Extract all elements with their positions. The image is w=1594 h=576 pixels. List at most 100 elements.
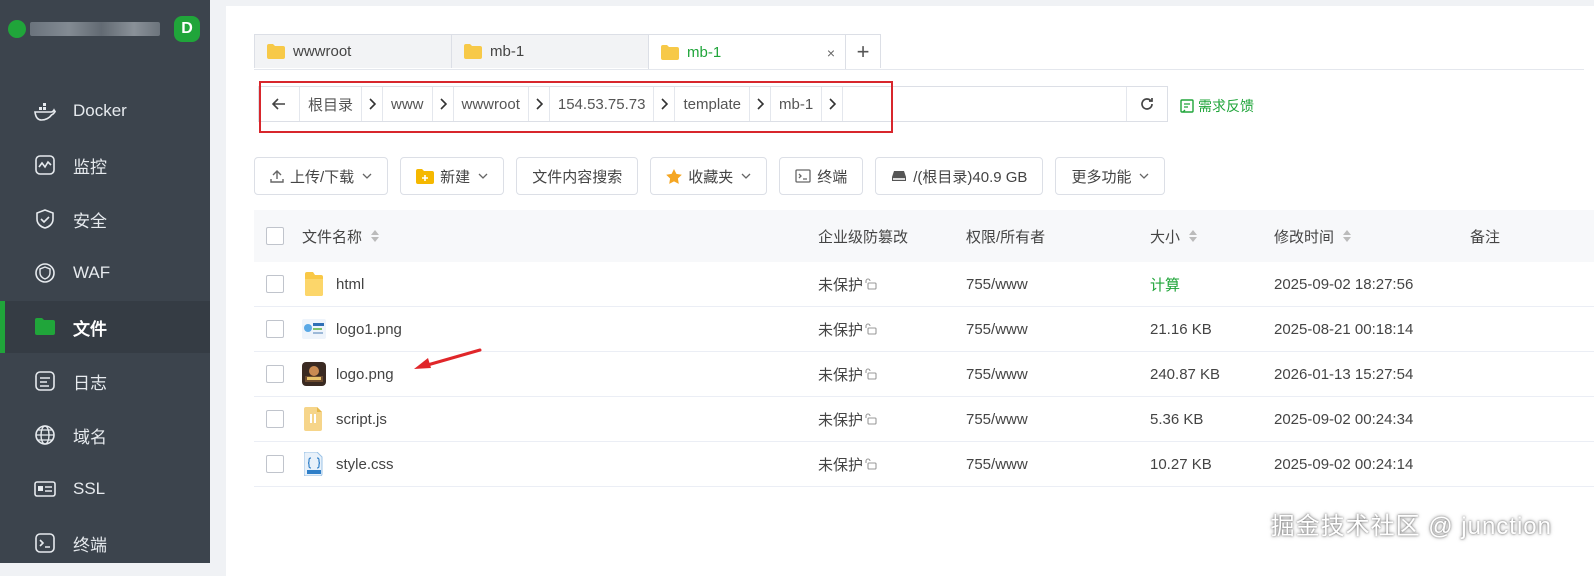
protect-cell[interactable]: 未保护 xyxy=(818,454,877,475)
new-button[interactable]: 新建 xyxy=(400,157,505,195)
sidebar: D Docker 监控 安全 WAF 文件 日志 域名 SSL 终端 xyxy=(0,0,210,563)
perm-cell[interactable]: 755/www xyxy=(966,456,1028,473)
content-search-button[interactable]: 文件内容搜索 xyxy=(516,157,639,195)
breadcrumb-item-template[interactable]: template xyxy=(675,87,772,121)
tab-divider xyxy=(254,69,1584,70)
sidebar-item-monitor[interactable]: 监控 xyxy=(0,139,210,191)
star-icon xyxy=(666,168,683,184)
breadcrumb-label: www xyxy=(391,95,424,113)
perm-cell[interactable]: 755/www xyxy=(966,321,1028,338)
breadcrumb-item-ip[interactable]: 154.53.75.73 xyxy=(550,87,676,121)
size-cell: 10.27 KB xyxy=(1150,455,1212,473)
path-input-area[interactable] xyxy=(843,87,1126,121)
chevron-right-icon[interactable] xyxy=(361,87,382,121)
row-checkbox[interactable] xyxy=(266,275,284,293)
sidebar-item-label: 安全 xyxy=(73,211,107,231)
breadcrumb-item-wwwroot[interactable]: wwwroot xyxy=(454,87,550,121)
row-checkbox[interactable] xyxy=(266,365,284,383)
perm-cell[interactable]: 755/www xyxy=(966,366,1028,383)
sidebar-item-logs[interactable]: 日志 xyxy=(0,355,210,407)
disk-button[interactable]: /(根目录)40.9 GB xyxy=(875,157,1044,195)
row-checkbox[interactable] xyxy=(266,455,284,473)
feedback-label: 需求反馈 xyxy=(1198,98,1254,114)
sort-icon[interactable] xyxy=(1342,229,1352,243)
protect-cell[interactable]: 未保护 xyxy=(818,409,877,430)
header-label: 修改时间 xyxy=(1274,228,1335,246)
tab-wwwroot[interactable]: wwwroot xyxy=(254,34,452,68)
sidebar-item-label: 文件 xyxy=(73,319,107,339)
table-row[interactable]: script.js 未保护 755/www 5.36 KB 2025-09-02… xyxy=(254,397,1594,442)
waf-icon xyxy=(34,262,56,284)
row-checkbox[interactable] xyxy=(266,410,284,428)
logo-mark-icon xyxy=(8,20,26,38)
close-icon[interactable]: × xyxy=(827,45,835,61)
file-name-cell[interactable]: logo.png xyxy=(302,360,394,388)
table-row[interactable]: logo.png 未保护 755/www 240.87 KB 2026-01-1… xyxy=(254,352,1594,397)
select-all-checkbox[interactable] xyxy=(266,227,284,245)
file-name-cell[interactable]: script.js xyxy=(302,405,387,433)
sort-icon[interactable] xyxy=(370,229,380,243)
sidebar-item-files[interactable]: 文件 xyxy=(0,301,210,353)
sort-icon[interactable] xyxy=(1188,229,1198,243)
disk-icon xyxy=(891,170,907,182)
chevron-right-icon[interactable] xyxy=(821,87,842,121)
breadcrumb-item-root[interactable]: 根目录 xyxy=(300,87,384,121)
header-size[interactable]: 大小 xyxy=(1150,226,1198,247)
log-icon xyxy=(34,370,56,392)
sidebar-item-terminal[interactable]: 终端 xyxy=(0,517,210,569)
tab-label: wwwroot xyxy=(293,43,352,60)
file-name-cell[interactable]: logo1.png xyxy=(302,315,402,343)
breadcrumb-item-mb-1[interactable]: mb-1 xyxy=(771,87,844,121)
protect-status: 未保护 xyxy=(818,366,864,384)
terminal-icon xyxy=(795,169,811,183)
table-row[interactable]: html 未保护 755/www 计算 2025-09-02 18:27:56 xyxy=(254,262,1594,307)
header-label: 文件名称 xyxy=(302,228,363,246)
sidebar-item-security[interactable]: 安全 xyxy=(0,193,210,245)
header-name[interactable]: 文件名称 xyxy=(302,226,380,247)
feedback-link[interactable]: 需求反馈 xyxy=(1180,96,1254,116)
chevron-right-icon[interactable] xyxy=(653,87,674,121)
chevron-down-icon xyxy=(1139,173,1149,179)
add-tab-button[interactable]: + xyxy=(845,34,881,68)
favorites-button[interactable]: 收藏夹 xyxy=(650,157,768,195)
protect-cell[interactable]: 未保护 xyxy=(818,364,877,385)
chevron-right-icon[interactable] xyxy=(527,87,549,121)
table-row[interactable]: style.css 未保护 755/www 10.27 KB 2025-09-0… xyxy=(254,442,1594,487)
protect-cell[interactable]: 未保护 xyxy=(818,319,877,340)
more-functions-button[interactable]: 更多功能 xyxy=(1055,157,1166,195)
sidebar-item-ssl[interactable]: SSL xyxy=(0,463,210,515)
header-mtime[interactable]: 修改时间 xyxy=(1274,226,1352,247)
chevron-right-icon[interactable] xyxy=(431,87,453,121)
chevron-right-icon[interactable] xyxy=(749,87,770,121)
upload-icon xyxy=(270,169,284,183)
perm-cell[interactable]: 755/www xyxy=(966,276,1028,293)
upload-download-button[interactable]: 上传/下载 xyxy=(254,157,389,195)
header-label: 大小 xyxy=(1150,228,1181,246)
perm-cell[interactable]: 755/www xyxy=(966,411,1028,428)
sidebar-item-docker[interactable]: Docker xyxy=(0,85,210,137)
file-name: logo1.png xyxy=(336,320,402,338)
chevron-down-icon xyxy=(478,173,488,179)
breadcrumb-item-www[interactable]: www xyxy=(383,87,454,121)
refresh-button[interactable] xyxy=(1126,87,1167,121)
file-name-cell[interactable]: style.css xyxy=(302,450,394,478)
header-protect: 企业级防篡改 xyxy=(818,228,909,246)
sidebar-item-waf[interactable]: WAF xyxy=(0,247,210,299)
protect-status: 未保护 xyxy=(818,276,864,294)
table-row[interactable]: logo1.png 未保护 755/www 21.16 KB 2025-08-2… xyxy=(254,307,1594,352)
calculate-size-link[interactable]: 计算 xyxy=(1150,274,1180,295)
tab-mb-1-active[interactable]: mb-1 × xyxy=(648,34,846,70)
row-checkbox[interactable] xyxy=(266,320,284,338)
sidebar-item-label: SSL xyxy=(73,479,106,498)
brand-badge[interactable]: D xyxy=(174,16,200,42)
tab-mb-1[interactable]: mb-1 xyxy=(451,34,649,68)
unlock-icon xyxy=(865,458,877,470)
file-name-cell[interactable]: html xyxy=(302,270,364,298)
protect-cell[interactable]: 未保护 xyxy=(818,274,877,295)
globe-icon xyxy=(34,424,56,446)
unlock-icon xyxy=(865,368,877,380)
sidebar-item-domain[interactable]: 域名 xyxy=(0,409,210,461)
terminal-button[interactable]: 终端 xyxy=(779,157,864,195)
arrow-left-icon xyxy=(272,98,285,110)
back-button[interactable] xyxy=(259,87,300,121)
